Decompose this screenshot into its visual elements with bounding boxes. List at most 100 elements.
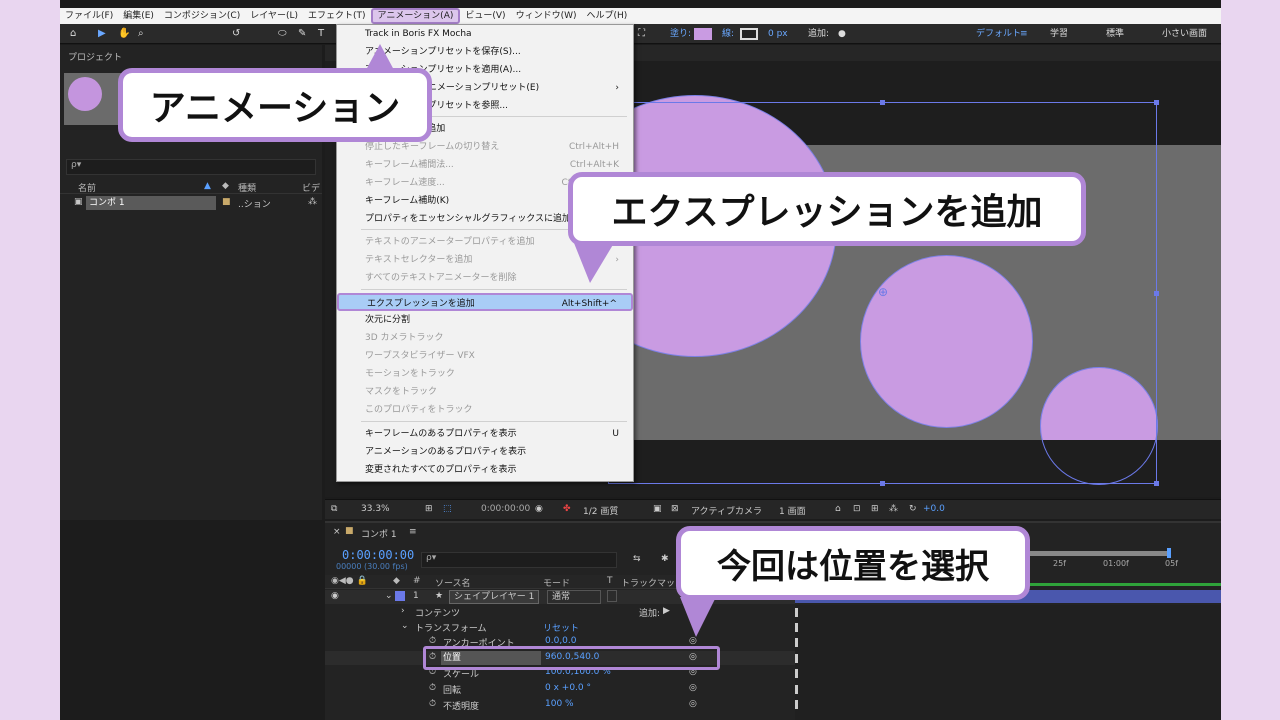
- project-search-input[interactable]: ρ▾: [66, 159, 316, 175]
- close-tab-icon[interactable]: ×: [333, 527, 341, 537]
- menu-window[interactable]: ウィンドウ(W): [511, 8, 582, 24]
- comp-mini-flowchart-icon[interactable]: ⇆: [633, 554, 641, 564]
- transparency-grid-icon[interactable]: ⊠: [671, 504, 679, 514]
- stroke-width[interactable]: 0 px: [768, 27, 788, 41]
- text-tool-icon[interactable]: T: [318, 27, 324, 41]
- menu-composition[interactable]: コンポジション(C): [159, 8, 245, 24]
- prop-value[interactable]: 100 %: [545, 699, 574, 709]
- expand-contents-icon[interactable]: ›: [401, 606, 405, 616]
- menu-item[interactable]: アニメーションのあるプロパティを表示: [337, 443, 633, 461]
- region-icon[interactable]: ⬚: [443, 504, 452, 514]
- expression-link-icon[interactable]: ◎: [689, 683, 697, 693]
- tab-menu-icon[interactable]: ≡: [409, 527, 417, 537]
- col-source-name[interactable]: ソース名: [435, 576, 471, 589]
- col-video[interactable]: ビデ: [302, 181, 320, 194]
- project-panel-title[interactable]: プロジェクト: [68, 50, 122, 63]
- expand-transform-icon[interactable]: ⌄: [401, 621, 409, 631]
- draft-3d-icon[interactable]: ✱: [661, 554, 669, 564]
- roi-icon[interactable]: ▣: [653, 504, 662, 514]
- workspace-menu-icon[interactable]: ≡: [1020, 27, 1028, 41]
- layer-name[interactable]: シェイプレイヤー 1: [449, 590, 540, 604]
- menu-layer[interactable]: レイヤー(L): [245, 8, 303, 24]
- expand-layer-icon[interactable]: ⌄: [385, 591, 393, 601]
- prop-row-opacity[interactable]: ⏱ 不透明度 100 % ◎: [325, 698, 795, 712]
- comp-name[interactable]: コンポ 1: [86, 196, 216, 210]
- prop-row-rotation[interactable]: ⏱ 回転 0 x +0.0 ° ◎: [325, 682, 795, 696]
- bbox-handle-br[interactable]: [1154, 481, 1159, 486]
- home-icon[interactable]: ⌂: [70, 27, 76, 41]
- pen-tool-icon[interactable]: ✎: [298, 27, 306, 41]
- menu-file[interactable]: ファイル(F): [60, 8, 118, 24]
- add-dropdown-icon[interactable]: ●: [838, 27, 846, 41]
- snapshot-icon[interactable]: ◉: [535, 504, 543, 514]
- menu-item[interactable]: キーフレームのあるプロパティを表示 U: [337, 425, 633, 443]
- menu-help[interactable]: ヘルプ(H): [581, 8, 632, 24]
- menu-view[interactable]: ビュー(V): [460, 8, 510, 24]
- selection-tool-icon[interactable]: ▶: [98, 27, 106, 41]
- contents-add-icon[interactable]: ▶: [663, 606, 670, 616]
- col-mode[interactable]: モード: [543, 576, 570, 589]
- anchor-point-icon[interactable]: ⊕: [878, 285, 888, 299]
- viewer-tool-icon-2[interactable]: ⊡: [853, 504, 861, 514]
- sort-icon[interactable]: ▲: [204, 181, 211, 191]
- views-select[interactable]: 1 画面: [779, 504, 806, 517]
- menu-item[interactable]: Track in Boris FX Mocha: [337, 25, 633, 43]
- timeline-tab[interactable]: コンポ 1: [361, 527, 397, 540]
- menu-item[interactable]: 変更されたすべてのプロパティを表示: [337, 461, 633, 479]
- menu-edit[interactable]: 編集(E): [118, 8, 159, 24]
- preserve-transparency-toggle[interactable]: [607, 590, 617, 602]
- bbox-handle-bc[interactable]: [880, 481, 885, 486]
- workspace-small[interactable]: 小さい画面: [1162, 27, 1207, 41]
- rotate-tool-icon[interactable]: ↺: [232, 27, 240, 41]
- bbox-handle-mr[interactable]: [1154, 291, 1159, 296]
- work-area-bar[interactable]: [1023, 551, 1168, 556]
- bbox-handle-tr[interactable]: [1154, 100, 1159, 105]
- expression-link-icon[interactable]: ◎: [689, 636, 697, 646]
- menu-effect[interactable]: エフェクト(T): [303, 8, 371, 24]
- flowchart-icon[interactable]: ⁂: [308, 197, 317, 207]
- workspace-default[interactable]: デフォルト: [976, 27, 1021, 41]
- stopwatch-icon[interactable]: ⏱: [429, 683, 436, 693]
- ellipse-tool-icon[interactable]: ⬭: [278, 27, 287, 41]
- layer-mode-select[interactable]: 通常: [547, 590, 601, 604]
- resolution-select[interactable]: 1/2 画質: [583, 504, 618, 517]
- workspace-standard[interactable]: 標準: [1106, 27, 1124, 41]
- camera-select[interactable]: アクティブカメラ: [691, 504, 762, 517]
- menu-animation[interactable]: アニメーション(A): [370, 8, 461, 24]
- zoom-select[interactable]: 33.3%: [361, 504, 390, 514]
- snap-icon[interactable]: ⛶: [638, 27, 645, 41]
- col-type[interactable]: 種類: [238, 181, 256, 194]
- playhead-handle[interactable]: [1167, 548, 1171, 558]
- exposure-reset-icon[interactable]: ↻: [909, 504, 917, 514]
- expression-link-icon[interactable]: ◎: [689, 699, 697, 709]
- zoom-tool-icon[interactable]: ⌕: [138, 27, 144, 41]
- exposure-value[interactable]: +0.0: [923, 504, 945, 514]
- viewer-timecode[interactable]: 0:00:00:00: [481, 504, 530, 514]
- prop-value[interactable]: 0.0,0.0: [545, 636, 577, 646]
- menu-item[interactable]: エクスプレッションを追加 Alt+Shift+^: [337, 293, 633, 311]
- fit-icon[interactable]: ⊞: [425, 504, 433, 514]
- visibility-icon[interactable]: ◉: [331, 591, 339, 601]
- viewer-options-icon[interactable]: ⧉: [331, 504, 337, 514]
- col-trackmatte[interactable]: トラックマット: [621, 576, 684, 589]
- color-channel-icon[interactable]: ✤: [563, 504, 571, 514]
- viewer-tool-icon-3[interactable]: ⊞: [871, 504, 879, 514]
- timeline-search-input[interactable]: ρ▾: [421, 552, 617, 568]
- prop-value[interactable]: 0 x +0.0 °: [545, 683, 591, 693]
- project-item-comp[interactable]: ▣ コンポ 1 ■ ..ション ⁂: [60, 196, 322, 210]
- contents-row[interactable]: › コンテンツ 追加: ▶: [325, 605, 795, 619]
- menu-item[interactable]: 次元に分割: [337, 311, 633, 329]
- transform-row[interactable]: ⌄ トランスフォーム リセット: [325, 620, 795, 634]
- hand-tool-icon[interactable]: ✋: [118, 27, 130, 41]
- stopwatch-icon[interactable]: ⏱: [429, 699, 436, 709]
- flowchart-view-icon[interactable]: ⁂: [889, 504, 898, 514]
- workspace-learn[interactable]: 学習: [1050, 27, 1068, 41]
- stroke-swatch[interactable]: [740, 28, 758, 40]
- col-name[interactable]: 名前: [78, 181, 96, 194]
- stopwatch-icon[interactable]: ⏱: [429, 636, 436, 646]
- viewer-tool-icon-1[interactable]: ⌂: [835, 504, 841, 514]
- current-time[interactable]: 0:00:00:00: [342, 548, 414, 562]
- fill-swatch[interactable]: [694, 28, 712, 40]
- layer-label-swatch[interactable]: [395, 591, 405, 601]
- transform-reset-link[interactable]: リセット: [543, 621, 579, 634]
